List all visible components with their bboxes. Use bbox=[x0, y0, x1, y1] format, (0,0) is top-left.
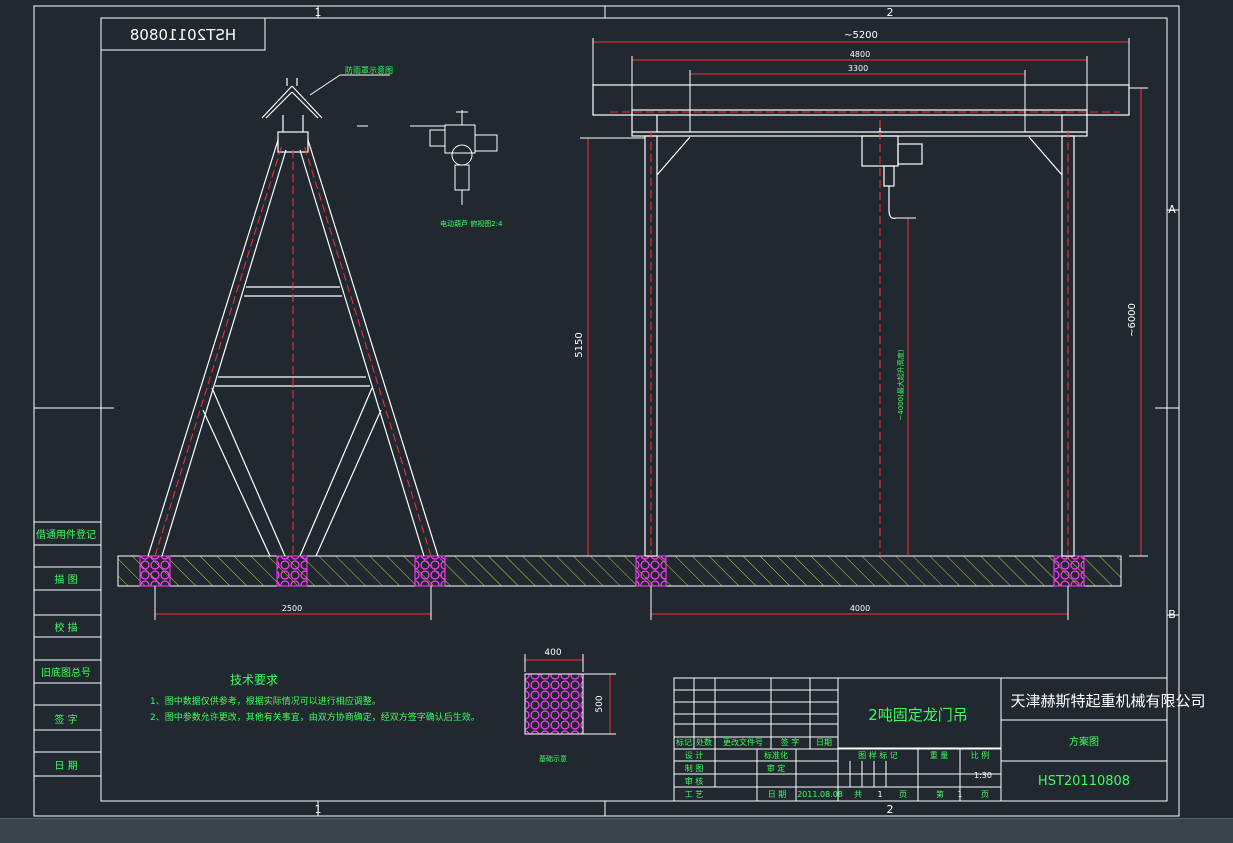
company-name: 天津赫斯特起重机械有限公司 bbox=[1010, 692, 1205, 710]
left-col-register: 借通用件登记 bbox=[36, 528, 96, 541]
footing-detail-label: 基础示意 bbox=[539, 754, 567, 763]
dim-height-6000: ~6000 bbox=[1127, 303, 1138, 337]
footing-detail bbox=[524, 673, 584, 735]
tb-date-label: 日 期 bbox=[768, 790, 787, 799]
notes-line-1: 1、图中数据仅供参考，根据实际情况可以进行相应调整。 bbox=[150, 695, 381, 707]
side-view-centerlines bbox=[154, 144, 432, 557]
cad-drawing-sheet: 1 2 1 2 A B HST20110808 借通用件登记 描 图 校 描 旧… bbox=[33, 5, 1206, 817]
left-col-signature: 签 字 bbox=[54, 713, 77, 726]
mirrored-drawing-number: HST20110808 bbox=[130, 26, 236, 44]
left-col-old-number: 旧底图总号 bbox=[41, 666, 91, 679]
dim-base-4000: 4000 bbox=[850, 604, 870, 613]
tb-scale-label: 比 例 bbox=[971, 750, 990, 760]
dim-footing-500: 500 bbox=[595, 695, 605, 712]
hoist-view-label: 电动葫芦 俯视图2:4 bbox=[440, 219, 503, 228]
rev-header-mark: 标记 bbox=[676, 737, 692, 747]
rev-header-sign: 签 字 bbox=[781, 737, 800, 747]
rev-header-date: 日期 bbox=[816, 738, 832, 747]
zone-marker-top-1: 1 bbox=[315, 6, 322, 19]
tb-total-label: 共 bbox=[854, 790, 862, 799]
roof-leader bbox=[309, 74, 341, 96]
dim-base-2500: 2500 bbox=[282, 604, 302, 613]
left-record-column bbox=[34, 521, 101, 777]
tb-total-value: 1 bbox=[877, 790, 882, 799]
notes-title: 技术要求 bbox=[230, 673, 278, 687]
tb-approve: 审 定 bbox=[767, 763, 786, 773]
dim-width-4800: 4800 bbox=[850, 50, 870, 59]
bottom-status-bar bbox=[0, 818, 1233, 843]
zone-marker-bottom-1: 1 bbox=[315, 803, 322, 816]
tb-scale-value: 1:30 bbox=[974, 771, 992, 780]
hoist-top-view bbox=[410, 110, 498, 205]
tb-sheet-label: 第 bbox=[936, 789, 944, 799]
tb-sheet-value: 1 bbox=[957, 790, 962, 799]
zone-marker-bottom-2: 2 bbox=[887, 803, 894, 816]
dim-total-width: ~5200 bbox=[844, 30, 878, 41]
rev-header-file: 更改文件号 bbox=[723, 737, 763, 747]
tb-sheet-unit: 页 bbox=[981, 790, 989, 799]
zone-marker-top-2: 2 bbox=[887, 6, 894, 19]
tb-page-unit: 页 bbox=[899, 790, 907, 799]
tb-review: 审 核 bbox=[685, 776, 704, 786]
tb-draw: 制 图 bbox=[685, 763, 704, 773]
tb-standard: 标准化 bbox=[764, 750, 788, 760]
tb-design: 设 计 bbox=[685, 750, 704, 760]
dim-footing-400: 400 bbox=[544, 648, 561, 658]
drawing-type: 方案图 bbox=[1069, 735, 1099, 748]
left-col-date: 日 期 bbox=[54, 760, 77, 772]
tb-stage-label: 图 样 标 记 bbox=[858, 750, 898, 760]
front-view-centerlines bbox=[610, 111, 1120, 556]
left-col-check: 校 描 bbox=[54, 621, 77, 634]
notes-line-2: 2、图中参数允许更改，其他有关事宜，由双方协商确定，经双方签字确认后生效。 bbox=[150, 711, 480, 723]
front-view-gantry bbox=[592, 84, 1130, 557]
tb-weight-label: 重 量 bbox=[930, 750, 949, 760]
dim-lift-height: ~4000(最大起升高度) bbox=[896, 349, 905, 420]
tb-date-value: 2011.08.08 bbox=[797, 790, 843, 799]
dim-height-5150: 5150 bbox=[574, 332, 585, 357]
roof-label: 防雨罩示意图 bbox=[345, 65, 393, 75]
tb-process: 工 艺 bbox=[685, 790, 704, 799]
zone-marker-b: B bbox=[1168, 608, 1176, 621]
zone-marker-a: A bbox=[1168, 203, 1176, 216]
drawing-title: 2吨固定龙门吊 bbox=[868, 706, 968, 724]
foundation-strip bbox=[117, 555, 1122, 587]
mirrored-id-box: HST20110808 bbox=[100, 17, 266, 51]
side-view-a-frame bbox=[147, 78, 439, 557]
drawing-number: HST20110808 bbox=[1038, 774, 1130, 789]
dim-width-3300: 3300 bbox=[848, 64, 868, 73]
left-col-trace: 描 图 bbox=[54, 573, 77, 586]
rev-header-count: 处数 bbox=[696, 737, 712, 747]
